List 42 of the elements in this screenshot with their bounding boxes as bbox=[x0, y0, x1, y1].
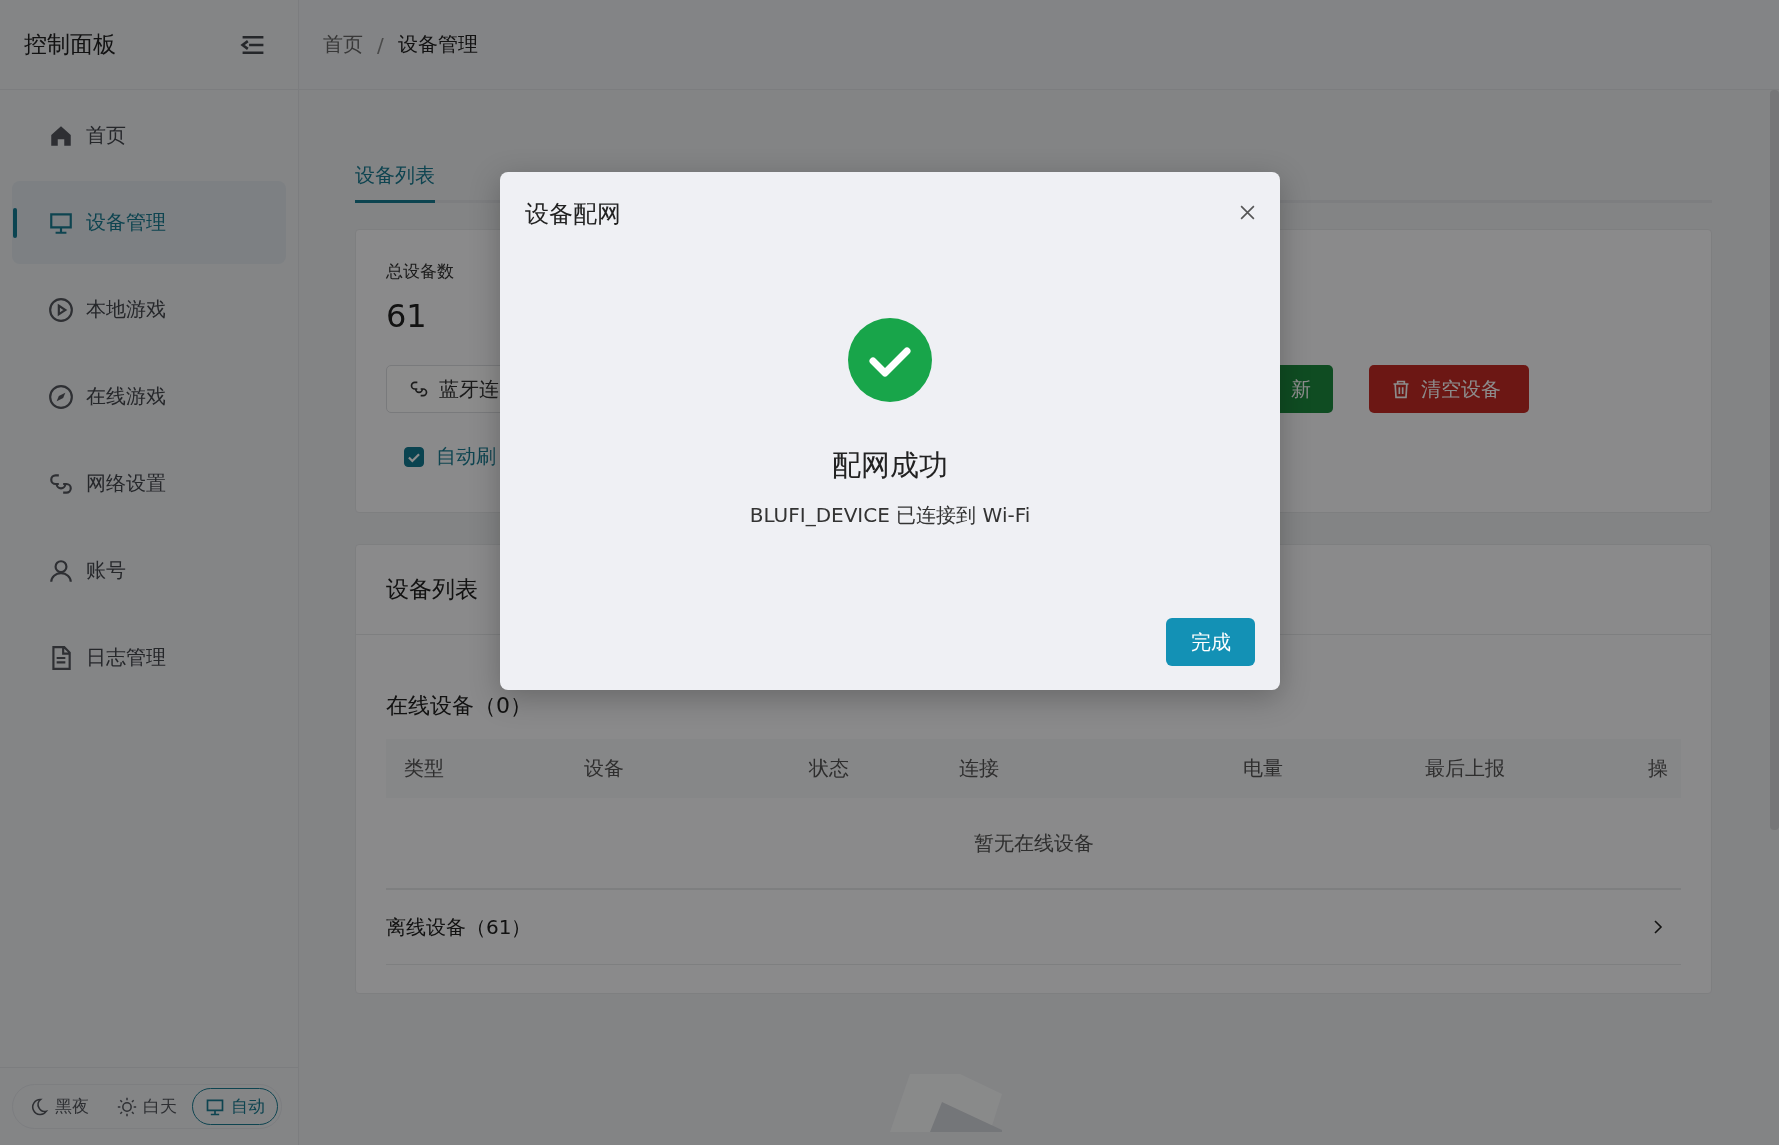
column-header: 设备 bbox=[584, 755, 625, 782]
status-title: 配网成功 bbox=[832, 447, 948, 484]
trash-icon bbox=[1391, 379, 1411, 399]
sidebar-item[interactable]: 账号 bbox=[12, 529, 286, 612]
stat-label: 总设备数 bbox=[386, 260, 455, 283]
section-title: 在线设备（0） bbox=[386, 692, 533, 720]
theme-option[interactable]: 黑夜 bbox=[16, 1088, 102, 1125]
breadcrumb-item[interactable]: 首页 bbox=[323, 31, 363, 58]
dialog-title: 设备配网 bbox=[525, 199, 621, 230]
column-header: 最后上报 bbox=[1425, 755, 1506, 782]
sidebar-item[interactable]: 首页 bbox=[12, 94, 286, 177]
close-icon[interactable] bbox=[1239, 204, 1256, 221]
status-message: BLUFI_DEVICE 已连接到 Wi-Fi bbox=[749, 502, 1031, 529]
column-header: 电量 bbox=[1243, 755, 1284, 782]
breadcrumb-separator: / bbox=[377, 32, 384, 57]
sun-icon bbox=[117, 1096, 137, 1117]
checkbox-label: 自动刷 bbox=[436, 443, 496, 470]
action-button[interactable]: 清空设备 bbox=[1369, 365, 1529, 413]
link-icon bbox=[409, 379, 429, 399]
moon-icon bbox=[29, 1096, 49, 1117]
column-header: 连接 bbox=[959, 755, 1000, 782]
success-check-icon bbox=[848, 318, 932, 402]
column-header: 操 bbox=[1648, 755, 1669, 782]
tab[interactable]: 设备列表 bbox=[355, 158, 435, 203]
app-title: 控制面板 bbox=[24, 30, 116, 59]
sidebar-item[interactable]: 设备管理 bbox=[12, 181, 286, 264]
play-icon bbox=[48, 296, 74, 323]
done-button[interactable]: 完成 bbox=[1166, 618, 1255, 666]
stat-value: 61 bbox=[386, 297, 428, 335]
compass-icon bbox=[48, 383, 74, 410]
chevron-right-icon bbox=[1653, 919, 1663, 935]
offline-devices-row[interactable]: 离线设备（61） bbox=[386, 890, 1681, 965]
theme-option[interactable]: 白天 bbox=[104, 1088, 190, 1125]
user-icon bbox=[48, 557, 74, 584]
column-header: 类型 bbox=[404, 755, 445, 782]
breadcrumb-item: 设备管理 bbox=[397, 31, 478, 58]
empty-message: 暂无在线设备 bbox=[386, 798, 1681, 890]
sidebar-item[interactable]: 日志管理 bbox=[12, 616, 286, 699]
sidebar-item[interactable]: 网络设置 bbox=[12, 442, 286, 525]
sidebar-item[interactable]: 在线游戏 bbox=[12, 355, 286, 438]
column-header: 状态 bbox=[809, 755, 850, 782]
sidebar-item[interactable]: 本地游戏 bbox=[12, 268, 286, 351]
